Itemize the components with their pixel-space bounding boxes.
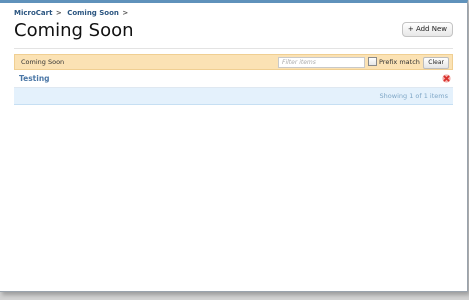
app-window: MicroCart > Coming Soon > Coming Soon + … xyxy=(0,0,468,292)
prefix-match-label[interactable]: Prefix match xyxy=(379,58,420,66)
breadcrumb-item-microcart[interactable]: MicroCart xyxy=(14,9,52,17)
prefix-match-checkbox[interactable] xyxy=(368,57,377,66)
item-count: Showing 1 of 1 items xyxy=(379,92,448,100)
page-title: Coming Soon xyxy=(14,20,134,41)
breadcrumb: MicroCart > Coming Soon > xyxy=(14,9,131,17)
breadcrumb-separator: > xyxy=(55,9,62,17)
filter-bar: Coming Soon Prefix match Clear xyxy=(14,54,453,70)
filter-input[interactable] xyxy=(278,57,365,68)
breadcrumb-item-coming-soon[interactable]: Coming Soon xyxy=(67,9,119,17)
list-heading: Coming Soon xyxy=(21,58,65,66)
clear-button[interactable]: Clear xyxy=(423,57,449,69)
delete-x-icon[interactable] xyxy=(442,74,451,83)
breadcrumb-separator: > xyxy=(122,9,129,17)
title-divider xyxy=(14,48,453,49)
list-item: Testing xyxy=(14,70,453,88)
list-item-link[interactable]: Testing xyxy=(19,74,50,83)
list-footer: Showing 1 of 1 items xyxy=(14,88,453,105)
add-new-button[interactable]: + Add New xyxy=(401,22,453,37)
